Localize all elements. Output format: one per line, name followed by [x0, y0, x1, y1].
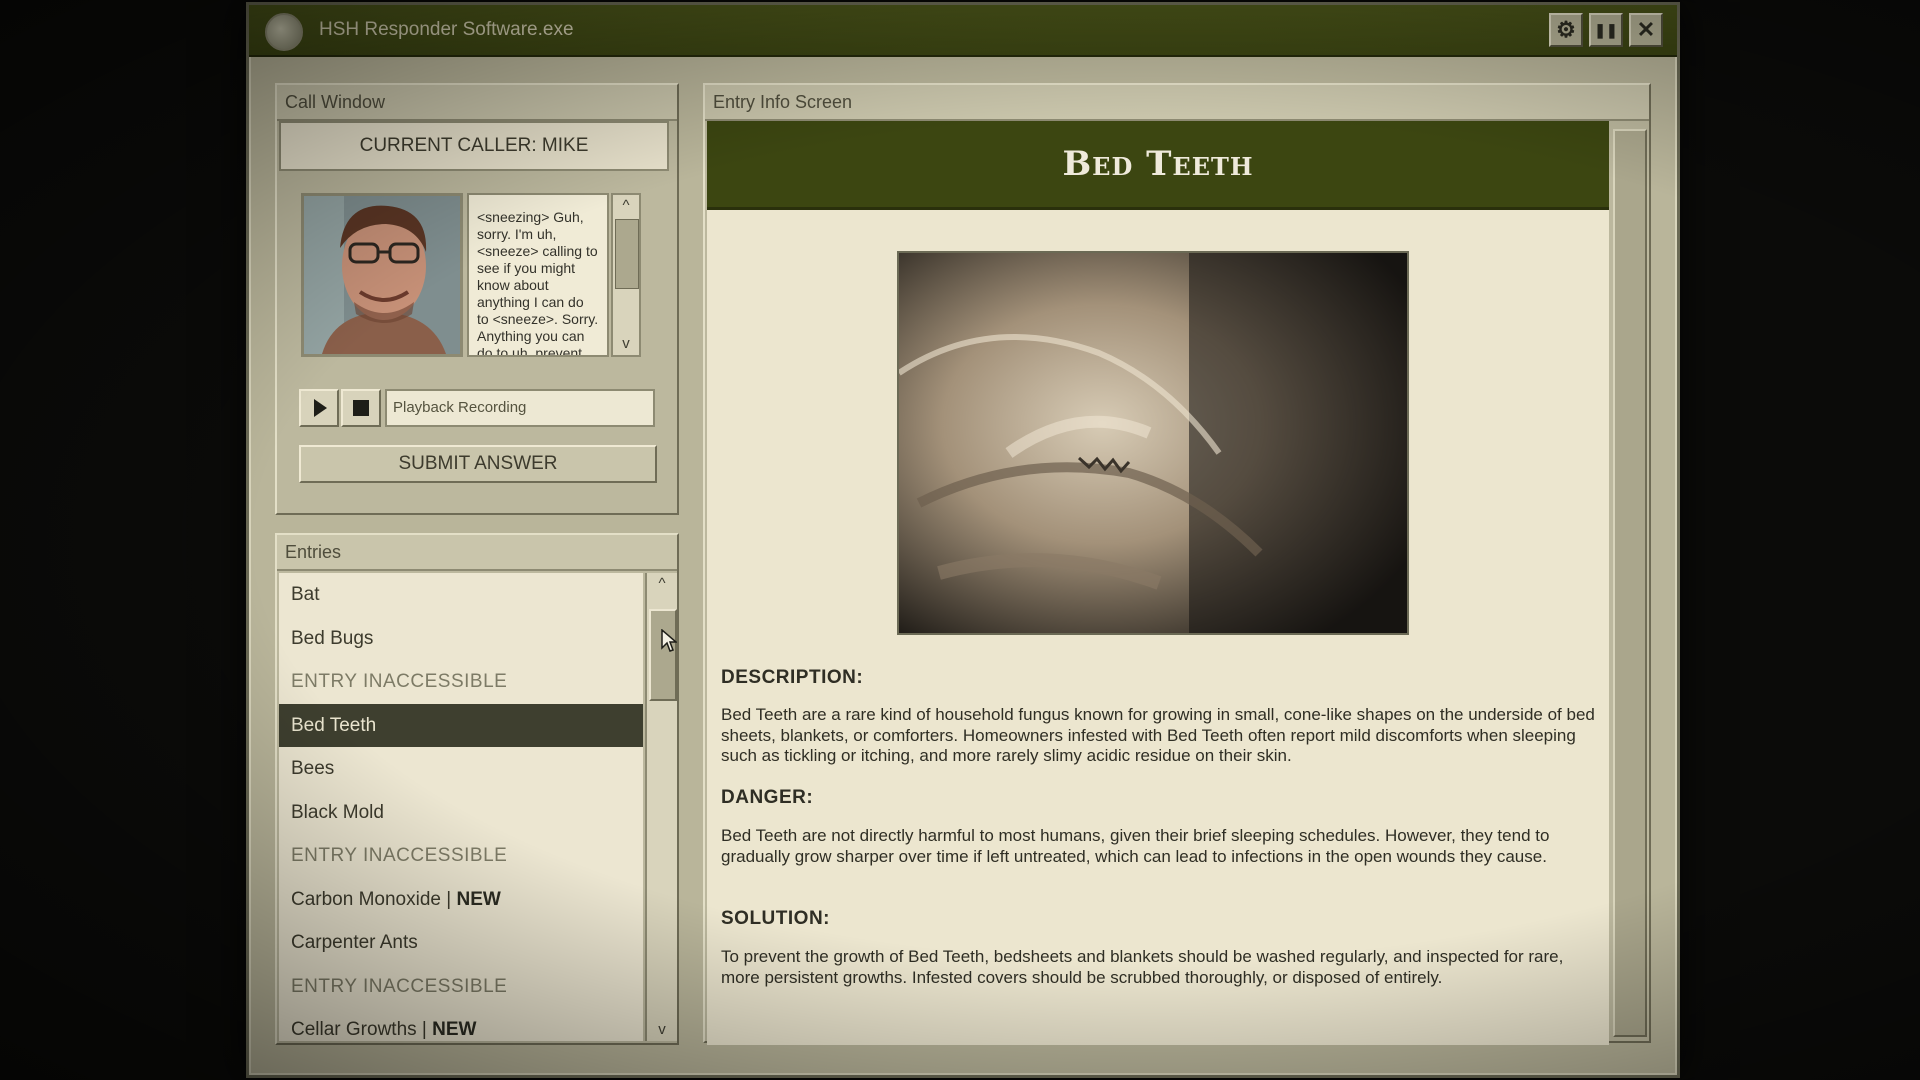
entries-title: Entries — [277, 535, 677, 571]
solution-heading: SOLUTION: — [721, 908, 830, 929]
pause-button[interactable]: ❚❚ — [1589, 13, 1623, 47]
entries-panel: Entries Bat Bed Bugs ENTRY INACCESSIBLE Bed… — [275, 533, 679, 1045]
entry-label: ENTRY INACCESSIBLE — [291, 845, 508, 866]
window-title: HSH Responder Software.exe — [319, 19, 574, 40]
transcript-scroll-up-button[interactable]: ^ — [613, 195, 639, 217]
solution-text: To prevent the growth of Bed Teeth, beds… — [721, 947, 1564, 987]
entry-info-title: Entry Info Screen — [705, 85, 1649, 121]
transcript-scroll-thumb[interactable] — [615, 219, 639, 289]
entries-scroll-thumb[interactable] — [649, 609, 677, 701]
entry-item[interactable]: Black Mold — [279, 791, 643, 835]
submit-answer-button[interactable]: SUBMIT ANSWER — [299, 445, 657, 483]
current-caller-label: CURRENT CALLER: MIKE — [279, 121, 669, 171]
app-globe-icon — [265, 13, 303, 51]
entry-item[interactable]: Carbon Monoxide | NEW — [279, 878, 643, 922]
entry-item[interactable]: ENTRY INACCESSIBLE — [279, 834, 643, 878]
settings-button[interactable]: ⚙ — [1549, 13, 1583, 47]
caller-transcript: <sneezing> Guh, sorry. I'm uh, <sneeze> … — [467, 193, 609, 357]
entry-title: Bed Teeth — [707, 121, 1609, 210]
pause-icon: ❚❚ — [1594, 21, 1618, 38]
danger-heading: DANGER: — [721, 787, 814, 808]
entry-label: ENTRY INACCESSIBLE — [291, 975, 508, 997]
call-window-title: Call Window — [277, 85, 677, 121]
entry-photo — [897, 251, 1409, 635]
stop-icon — [353, 400, 369, 416]
entry-label: Cellar Growths | — [291, 1019, 433, 1040]
caller-face-image — [304, 196, 460, 354]
caller-portrait — [301, 193, 463, 357]
entry-label: Bat — [291, 584, 320, 605]
description-text: Bed Teeth are a rare kind of household f… — [721, 705, 1595, 765]
entry-label: Black Mold — [291, 801, 384, 823]
bed-teeth-photo — [899, 253, 1407, 633]
entry-item[interactable]: Cellar Growths | NEW — [279, 1008, 643, 1041]
entry-label: ENTRY INACCESSIBLE — [291, 671, 508, 692]
entry-info-scrollbar[interactable] — [1613, 129, 1647, 1037]
stop-button[interactable] — [341, 389, 381, 427]
play-icon — [314, 399, 327, 417]
entry-label: Bed Teeth — [291, 714, 377, 736]
entry-label: Bed Bugs — [291, 627, 374, 649]
entry-item[interactable]: Bat — [279, 573, 643, 617]
new-badge: NEW — [456, 888, 501, 910]
title-bar: HSH Responder Software.exe ⚙ ❚❚ ✕ — [249, 5, 1677, 57]
close-icon: ✕ — [1636, 17, 1656, 42]
close-button[interactable]: ✕ — [1629, 13, 1663, 47]
entry-label: Bees — [291, 758, 335, 779]
entry-info-panel: Entry Info Screen Bed Teeth DESCRIPTION:… — [703, 83, 1651, 1045]
transcript-scroll-down-button[interactable]: v — [613, 333, 639, 355]
description-heading: DESCRIPTION: — [721, 667, 864, 688]
entries-scroll-up-button[interactable]: ^ — [649, 573, 675, 595]
entry-item[interactable]: ENTRY INACCESSIBLE — [279, 660, 643, 704]
transcript-scrollbar[interactable]: ^ v — [611, 193, 641, 357]
entry-item[interactable]: Carpenter Ants — [279, 921, 643, 965]
mouse-cursor-icon — [661, 629, 677, 652]
entry-label: Carpenter Ants — [291, 932, 418, 953]
entry-item[interactable]: ENTRY INACCESSIBLE — [279, 965, 643, 1009]
playback-recording-field[interactable]: Playback Recording — [385, 389, 655, 427]
entries-scroll-down-button[interactable]: v — [649, 1019, 675, 1041]
entry-item[interactable]: Bed Teeth — [279, 703, 643, 747]
danger-text: Bed Teeth are not directly harmful to mo… — [721, 826, 1550, 866]
app-window: HSH Responder Software.exe ⚙ ❚❚ ✕ Call W… — [246, 2, 1680, 1078]
play-button[interactable] — [299, 389, 339, 427]
entry-item[interactable]: Bees — [279, 747, 643, 791]
new-badge: NEW — [432, 1019, 477, 1040]
entry-info-content: Bed Teeth DESCRIPTION: Bed Teeth are a r… — [707, 121, 1609, 1045]
entries-list: Bat Bed Bugs ENTRY INACCESSIBLE Bed Teeth Be… — [279, 573, 643, 1041]
gear-icon: ⚙ — [1556, 17, 1576, 42]
entry-item[interactable]: Bed Bugs — [279, 617, 643, 661]
entry-label: Carbon Monoxide | — [291, 888, 457, 910]
